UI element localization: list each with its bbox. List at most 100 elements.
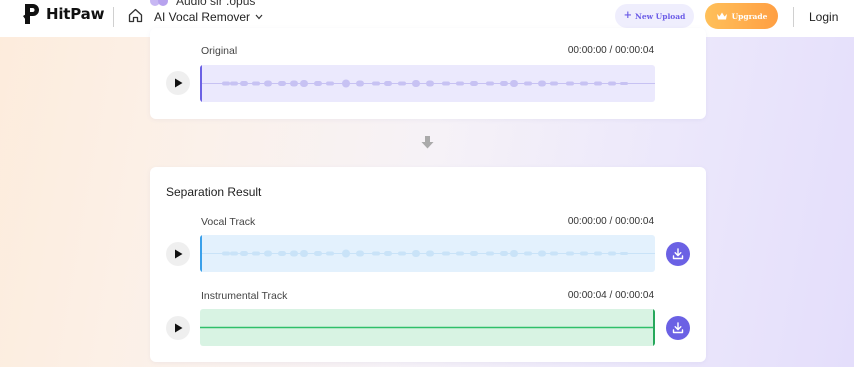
waveform-segment <box>594 81 602 86</box>
waveform-segment <box>510 80 518 87</box>
waveform-segment <box>240 251 248 256</box>
waveform-segment <box>230 81 238 86</box>
waveform-segment <box>342 249 350 258</box>
waveform-segment <box>300 250 308 257</box>
download-icon <box>672 248 684 260</box>
vocal-track-time: 00:00:00 / 00:00:04 <box>567 216 654 227</box>
hitpaw-logo[interactable]: HitPaw <box>22 3 104 25</box>
play-icon <box>174 249 182 259</box>
header-divider <box>793 7 794 27</box>
original-label: Original <box>201 45 238 57</box>
waveform-segment <box>412 250 420 257</box>
waveform-segment <box>372 81 380 86</box>
waveform-segment <box>608 81 616 86</box>
vocal-download-button[interactable] <box>666 242 690 266</box>
waveform-segment <box>314 81 322 86</box>
original-time: 00:00:00 / 00:00:04 <box>567 45 654 56</box>
waveform-segment <box>620 252 628 255</box>
instrumental-track-label: Instrumental Track <box>201 290 288 302</box>
separation-result-card: Separation Result Vocal Track 00:00:00 /… <box>150 167 706 362</box>
instrumental-waveform[interactable] <box>200 309 655 346</box>
tool-selector[interactable]: AI Vocal Remover <box>154 10 263 24</box>
arrow-down-icon <box>421 136 434 149</box>
waveform-segment <box>222 81 230 86</box>
waveform-segment <box>550 81 558 86</box>
waveform-segment <box>240 81 248 86</box>
waveform-segment <box>384 81 392 86</box>
waveform-segment <box>620 82 628 85</box>
waveform-segment <box>252 81 260 86</box>
play-icon <box>174 78 182 88</box>
waveform-segment <box>222 251 230 256</box>
plus-icon: + <box>623 10 632 21</box>
waveform-segment <box>456 81 464 86</box>
tool-name: AI Vocal Remover <box>154 10 251 24</box>
waveform-segment <box>326 81 334 86</box>
new-upload-label: New Upload <box>634 11 686 21</box>
waveform-segment <box>524 81 532 86</box>
waveform-segment <box>426 250 434 257</box>
login-link[interactable]: Login <box>809 10 838 24</box>
waveform-segment <box>356 250 364 257</box>
waveform-segment <box>580 251 588 256</box>
waveform-segment <box>566 81 574 86</box>
crown-icon <box>716 12 727 20</box>
waveform-segment <box>580 81 588 86</box>
waveform-segment <box>300 80 308 87</box>
waveform-segment <box>594 251 602 256</box>
new-upload-button[interactable]: + New Upload <box>615 4 694 28</box>
waveform-segment <box>608 251 616 256</box>
waveform-segment <box>278 251 286 256</box>
waveform-segment <box>456 251 464 256</box>
waveform-segment <box>566 251 574 256</box>
audio-file-icon <box>150 0 168 6</box>
waveform-segment <box>524 251 532 256</box>
instrumental-track-time: 00:00:04 / 00:00:04 <box>567 290 654 301</box>
waveform-segment <box>486 251 494 256</box>
waveform-segment <box>356 80 364 87</box>
waveform-segment <box>264 80 272 87</box>
upgrade-label: Upgrade <box>731 11 768 21</box>
instrumental-download-button[interactable] <box>666 316 690 340</box>
play-icon <box>174 323 182 333</box>
waveform-segment <box>550 251 558 256</box>
waveform-segment <box>500 81 508 86</box>
waveform-segment <box>264 250 272 257</box>
vocal-track-label: Vocal Track <box>201 216 256 228</box>
waveform-segment <box>398 251 406 256</box>
vocal-play-button[interactable] <box>166 242 190 266</box>
hitpaw-logo-mark-icon <box>23 4 39 24</box>
instrumental-play-button[interactable] <box>166 316 190 340</box>
waveform-segment <box>442 251 450 256</box>
waveform-segment <box>290 250 298 257</box>
waveform-segment <box>412 80 420 87</box>
brand-name: HitPaw <box>46 5 105 23</box>
waveform-segment <box>510 250 518 257</box>
chevron-down-icon <box>255 14 263 20</box>
home-icon[interactable] <box>128 8 143 23</box>
waveform-segment <box>486 81 494 86</box>
original-waveform[interactable] <box>200 65 655 102</box>
waveform-segment <box>426 80 434 87</box>
file-name: Audio sir .opus <box>176 0 256 8</box>
waveform-segment <box>398 81 406 86</box>
waveform-segment <box>538 80 546 87</box>
waveform-segment <box>326 251 334 256</box>
original-play-button[interactable] <box>166 71 190 95</box>
waveform-segment <box>278 81 286 86</box>
waveform-segment <box>500 251 508 256</box>
file-name-chip: Audio sir .opus <box>150 0 255 8</box>
waveform-segment <box>442 81 450 86</box>
waveform-segment <box>290 80 298 87</box>
upgrade-button[interactable]: Upgrade <box>705 3 778 29</box>
waveform-segment <box>538 250 546 257</box>
waveform-segment <box>314 251 322 256</box>
separation-result-title: Separation Result <box>166 185 262 199</box>
header-divider <box>113 7 114 27</box>
vocal-waveform[interactable] <box>200 235 655 272</box>
waveform-segment <box>342 79 350 88</box>
waveform-segment <box>384 251 392 256</box>
waveform-segment <box>372 251 380 256</box>
waveform-segment <box>470 251 478 256</box>
waveform-segment <box>470 81 478 86</box>
